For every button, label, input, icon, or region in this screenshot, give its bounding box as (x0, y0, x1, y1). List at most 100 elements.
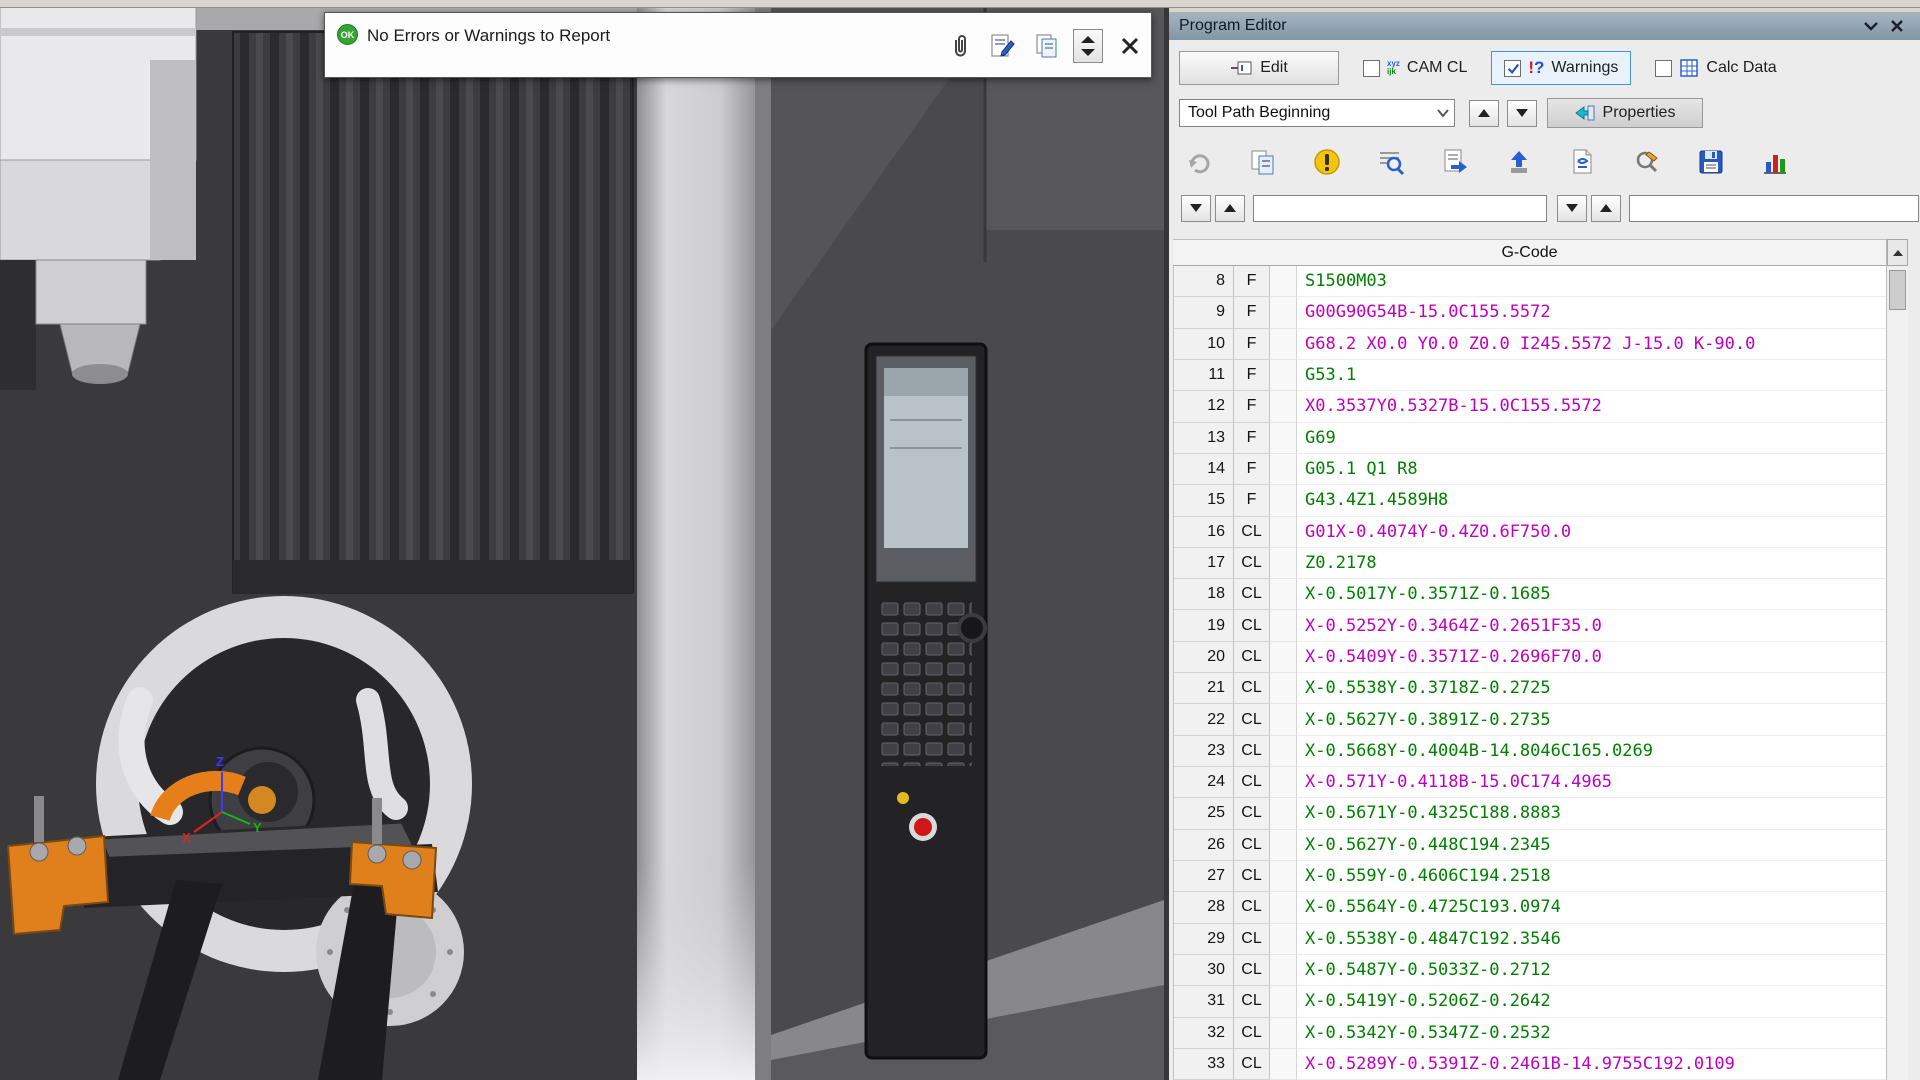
record-type: F (1234, 423, 1270, 454)
panel-yellow-button (897, 792, 909, 804)
gcode-row[interactable]: 16CLG01X-0.4074Y-0.4Z0.6F750.0 (1174, 517, 1886, 548)
gcode-row[interactable]: 22CLX-0.5627Y-0.3891Z-0.2735 (1174, 704, 1886, 735)
gcode-row[interactable]: 24CLX-0.571Y-0.4118B-15.0C174.4965 (1174, 767, 1886, 798)
gcode-row[interactable]: 11FG53.1 (1174, 360, 1886, 391)
gcode-row[interactable]: 12FX0.3537Y0.5327B-15.0C155.5572 (1174, 391, 1886, 422)
gcode-row[interactable]: 8FS1500M03 (1174, 266, 1886, 297)
panel-title: Program Editor (1179, 17, 1287, 35)
gcode-row[interactable]: 32CLX-0.5342Y-0.5347Z-0.2532 (1174, 1018, 1886, 1049)
gcode-scrollbar[interactable] (1886, 239, 1908, 1080)
record-type: CL (1234, 830, 1270, 861)
magnifier-pencil-icon (1633, 148, 1661, 176)
gcode-row[interactable]: 23CLX-0.5668Y-0.4004B-14.8046C165.0269 (1174, 736, 1886, 767)
status-message-bar: OK No Errors or Warnings to Report (324, 12, 1152, 78)
record-type: CL (1234, 767, 1270, 798)
gcode-row[interactable]: 29CLX-0.5538Y-0.4847C192.3546 (1174, 924, 1886, 955)
statistics-button[interactable] (1757, 144, 1793, 180)
program-editor-titlebar: Program Editor (1169, 12, 1920, 40)
gcode-row[interactable]: 26CLX-0.5627Y-0.448C194.2345 (1174, 830, 1886, 861)
machine-column (637, 0, 771, 1080)
row-gutter (1270, 391, 1297, 422)
close-icon (1120, 36, 1140, 56)
scrollbar-thumb[interactable] (1889, 270, 1906, 310)
show-warnings-button[interactable] (1309, 144, 1345, 180)
gcode-row[interactable]: 18CLX-0.5017Y-0.3571Z-0.1685 (1174, 579, 1886, 610)
viewport-3d[interactable]: Z X Y (0, 0, 1164, 1080)
gcode-row[interactable]: 27CLX-0.559Y-0.4606C194.2518 (1174, 861, 1886, 892)
calc-data-toggle[interactable]: Calc Data (1655, 58, 1776, 78)
gcode-text: X-0.5564Y-0.4725C193.0974 (1297, 892, 1886, 923)
search-left-down-button[interactable] (1181, 195, 1211, 222)
record-type: CL (1234, 986, 1270, 1017)
copy-report-button[interactable] (1032, 29, 1062, 63)
gcode-text: G01X-0.4074Y-0.4Z0.6F750.0 (1297, 517, 1886, 548)
properties-icon (1575, 105, 1595, 121)
gcode-row[interactable]: 28CLX-0.5564Y-0.4725C193.0974 (1174, 892, 1886, 923)
gcode-row[interactable]: 15FG43.4Z1.4589H8 (1174, 485, 1886, 516)
cam-cl-toggle[interactable]: xyz ijk CAM CL (1363, 59, 1467, 77)
nc-program-button[interactable] (1565, 144, 1601, 180)
gcode-row[interactable]: 20CLX-0.5409Y-0.3571Z-0.2696F70.0 (1174, 642, 1886, 673)
next-tool-button[interactable] (1501, 144, 1537, 180)
gcode-row[interactable]: 19CLX-0.5252Y-0.3464Z-0.2651F35.0 (1174, 610, 1886, 641)
gcode-text: X-0.571Y-0.4118B-15.0C174.4965 (1297, 767, 1886, 798)
triangle-down-icon (1565, 203, 1579, 213)
reset-button[interactable] (1181, 144, 1217, 180)
edit-report-button[interactable] (987, 29, 1017, 63)
edit-button[interactable]: Edit (1179, 51, 1339, 85)
gcode-row[interactable]: 10FG68.2 X0.0 Y0.0 Z0.0 I245.5572 J-15.0… (1174, 329, 1886, 360)
expand-collapse-button[interactable] (1073, 29, 1103, 63)
paperclip-icon (949, 32, 971, 60)
calc-data-icon (1679, 58, 1699, 78)
nav-up-button[interactable] (1469, 100, 1499, 127)
scroll-up-button[interactable] (1887, 239, 1908, 266)
gcode-text: X-0.5671Y-0.4325C188.8883 (1297, 798, 1886, 829)
gcode-text: X-0.559Y-0.4606C194.2518 (1297, 861, 1886, 892)
attach-report-button[interactable] (945, 29, 975, 63)
inspect-gcode-button[interactable] (1629, 144, 1665, 180)
warnings-checkbox[interactable] (1504, 60, 1521, 77)
properties-button[interactable]: Properties (1547, 98, 1703, 128)
goto-line-button[interactable] (1437, 144, 1473, 180)
line-number: 29 (1174, 924, 1234, 955)
warnings-toggle[interactable]: !? Warnings (1491, 51, 1631, 85)
search-input-left[interactable] (1253, 195, 1547, 222)
calc-data-checkbox[interactable] (1655, 60, 1672, 77)
row-gutter (1270, 1018, 1297, 1049)
row-gutter (1270, 1049, 1297, 1080)
gcode-row[interactable]: 31CLX-0.5419Y-0.5206Z-0.2642 (1174, 986, 1886, 1017)
row-gutter (1270, 548, 1297, 579)
gcode-row[interactable]: 33CLX-0.5289Y-0.5391Z-0.2461B-14.9755C19… (1174, 1049, 1886, 1080)
gcode-row[interactable]: 30CLX-0.5487Y-0.5033Z-0.2712 (1174, 955, 1886, 986)
toolpath-position-dropdown[interactable]: Tool Path Beginning (1179, 99, 1455, 127)
compare-files-button[interactable] (1245, 144, 1281, 180)
row-gutter (1270, 517, 1297, 548)
close-message-button[interactable] (1115, 29, 1145, 63)
control-panel (866, 344, 986, 1058)
panel-close-button[interactable] (1884, 15, 1910, 37)
gcode-text: X-0.5487Y-0.5033Z-0.2712 (1297, 955, 1886, 986)
line-number: 20 (1174, 642, 1234, 673)
search-left-up-button[interactable] (1215, 195, 1245, 222)
search-right-down-button[interactable] (1557, 195, 1587, 222)
gcode-text: X-0.5017Y-0.3571Z-0.1685 (1297, 579, 1886, 610)
search-right-up-button[interactable] (1591, 195, 1621, 222)
line-number: 21 (1174, 673, 1234, 704)
line-number: 8 (1174, 266, 1234, 297)
edit-icon (1230, 60, 1252, 76)
search-input-right[interactable] (1629, 195, 1919, 222)
panel-collapse-button[interactable] (1858, 15, 1884, 37)
gcode-row[interactable]: 21CLX-0.5538Y-0.3718Z-0.2725 (1174, 673, 1886, 704)
search-gcode-button[interactable] (1373, 144, 1409, 180)
row-gutter (1270, 955, 1297, 986)
save-button[interactable] (1693, 144, 1729, 180)
gcode-row[interactable]: 9FG00G90G54B-15.0C155.5572 (1174, 297, 1886, 328)
cam-cl-checkbox[interactable] (1363, 60, 1380, 77)
nav-down-button[interactable] (1507, 100, 1537, 127)
gcode-row[interactable]: 14FG05.1 Q1 R8 (1174, 454, 1886, 485)
machine-3d-scene: Z X Y (0, 0, 1164, 1080)
gcode-text: G53.1 (1297, 360, 1886, 391)
gcode-row[interactable]: 13FG69 (1174, 423, 1886, 454)
gcode-row[interactable]: 17CLZ0.2178 (1174, 548, 1886, 579)
gcode-row[interactable]: 25CLX-0.5671Y-0.4325C188.8883 (1174, 798, 1886, 829)
